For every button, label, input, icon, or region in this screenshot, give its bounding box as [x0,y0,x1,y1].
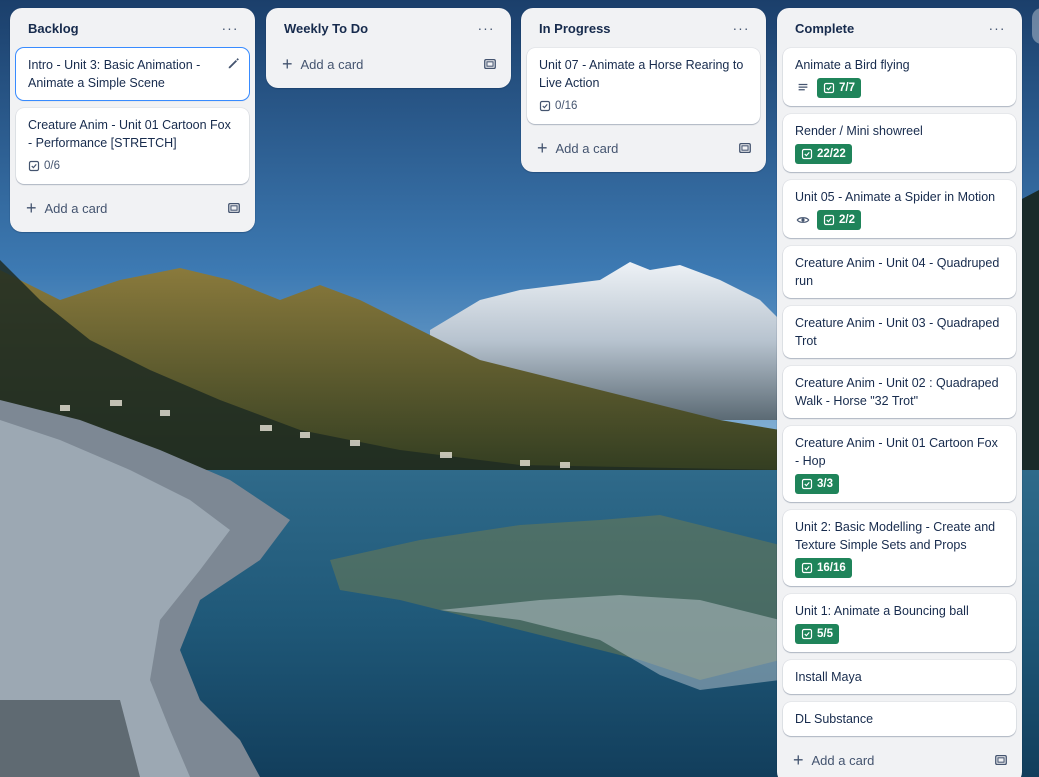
template-icon[interactable] [483,57,497,71]
template-icon[interactable] [227,201,241,215]
eye-icon [795,212,811,228]
card-title: Creature Anim - Unit 01 Cartoon Fox - Pe… [28,118,231,150]
checklist-count: 0/16 [555,100,578,112]
card[interactable]: DL Substance [783,702,1016,736]
add-card-button[interactable]: + Add a card [783,744,1016,776]
checklist-badge: 0/16 [539,96,577,116]
card[interactable]: Render / Mini showreel 22/22 [783,114,1016,172]
add-card-button[interactable]: + Add a card [272,48,505,80]
add-card-button[interactable]: + Add a card [16,192,249,224]
card-title: Install Maya [795,670,862,684]
card-title: Creature Anim - Unit 01 Cartoon Fox - Ho… [795,436,998,468]
card-title: Animate a Bird flying [795,58,910,72]
card-title: DL Substance [795,712,874,726]
list-menu-icon[interactable]: ··· [728,15,754,41]
plus-icon: + [537,138,548,158]
add-list-stub[interactable] [1032,8,1039,44]
checklist-icon [823,82,835,94]
checklist-icon [801,478,813,490]
card-title: Creature Anim - Unit 04 - Quadruped run [795,256,1000,288]
list-header: Complete ··· [777,8,1022,48]
card[interactable]: Creature Anim - Unit 01 Cartoon Fox - Pe… [16,108,249,184]
description-icon [795,80,811,96]
card[interactable]: Creature Anim - Unit 02 : Quadraped Walk… [783,366,1016,418]
checklist-icon [28,160,40,172]
plus-icon: + [282,54,293,74]
card[interactable]: Creature Anim - Unit 01 Cartoon Fox - Ho… [783,426,1016,502]
card[interactable]: Install Maya [783,660,1016,694]
list-menu-icon[interactable]: ··· [984,15,1010,41]
checklist-badge: 16/16 [795,558,852,578]
add-card-button[interactable]: + Add a card [527,132,760,164]
card-title: Render / Mini showreel [795,124,923,138]
checklist-count: 16/16 [817,562,846,574]
list-complete: Complete ··· Animate a Bird flying 7/7 R… [777,8,1022,777]
checklist-badge: 7/7 [817,78,861,98]
card-title: Unit 07 - Animate a Horse Rearing to Liv… [539,58,744,90]
checklist-icon [801,148,813,160]
checklist-count: 7/7 [839,82,855,94]
checklist-count: 2/2 [839,214,855,226]
card[interactable]: Unit 07 - Animate a Horse Rearing to Liv… [527,48,760,124]
card[interactable]: Animate a Bird flying 7/7 [783,48,1016,106]
pencil-icon[interactable] [227,56,241,70]
list-in-progress: In Progress ··· Unit 07 - Animate a Hors… [521,8,766,172]
template-icon[interactable] [738,141,752,155]
checklist-badge: 22/22 [795,144,852,164]
checklist-badge: 5/5 [795,624,839,644]
card-title: Unit 05 - Animate a Spider in Motion [795,190,996,204]
plus-icon: + [26,198,37,218]
add-card-label: Add a card [300,56,364,72]
card[interactable]: Creature Anim - Unit 03 - Quadraped Trot [783,306,1016,358]
card-title: Unit 2: Basic Modelling - Create and Tex… [795,520,996,552]
list-title[interactable]: Weekly To Do [284,21,368,36]
checklist-icon [539,100,551,112]
checklist-icon [823,214,835,226]
board: Backlog ··· Intro - Unit 3: Basic Animat… [0,0,1039,777]
list-header: Backlog ··· [10,8,255,48]
checklist-icon [801,628,813,640]
card[interactable]: Unit 1: Animate a Bouncing ball 5/5 [783,594,1016,652]
list-header: In Progress ··· [521,8,766,48]
card[interactable]: Unit 2: Basic Modelling - Create and Tex… [783,510,1016,586]
checklist-count: 22/22 [817,148,846,160]
list-weekly-to-do: Weekly To Do ··· + Add a card [266,8,511,88]
add-card-label: Add a card [811,752,875,768]
list-title[interactable]: Backlog [28,21,79,36]
card[interactable]: Creature Anim - Unit 04 - Quadruped run [783,246,1016,298]
list-menu-icon[interactable]: ··· [473,15,499,41]
list-backlog: Backlog ··· Intro - Unit 3: Basic Animat… [10,8,255,232]
template-icon[interactable] [994,753,1008,767]
list-menu-icon[interactable]: ··· [217,15,243,41]
checklist-badge: 0/6 [28,156,60,176]
card[interactable]: Intro - Unit 3: Basic Animation - Animat… [16,48,249,100]
plus-icon: + [793,750,804,770]
card-title: Unit 1: Animate a Bouncing ball [795,604,969,618]
checklist-icon [801,562,813,574]
add-card-label: Add a card [44,200,108,216]
add-card-label: Add a card [555,140,619,156]
card-title: Intro - Unit 3: Basic Animation - Animat… [28,58,201,90]
card-title: Creature Anim - Unit 03 - Quadraped Trot [795,316,1000,348]
checklist-badge: 2/2 [817,210,861,230]
checklist-count: 0/6 [44,160,60,172]
list-header: Weekly To Do ··· [266,8,511,48]
list-title[interactable]: In Progress [539,21,611,36]
card[interactable]: Unit 05 - Animate a Spider in Motion 2/2 [783,180,1016,238]
checklist-badge: 3/3 [795,474,839,494]
card-title: Creature Anim - Unit 02 : Quadraped Walk… [795,376,999,408]
checklist-count: 3/3 [817,478,833,490]
list-title[interactable]: Complete [795,21,854,36]
checklist-count: 5/5 [817,628,833,640]
